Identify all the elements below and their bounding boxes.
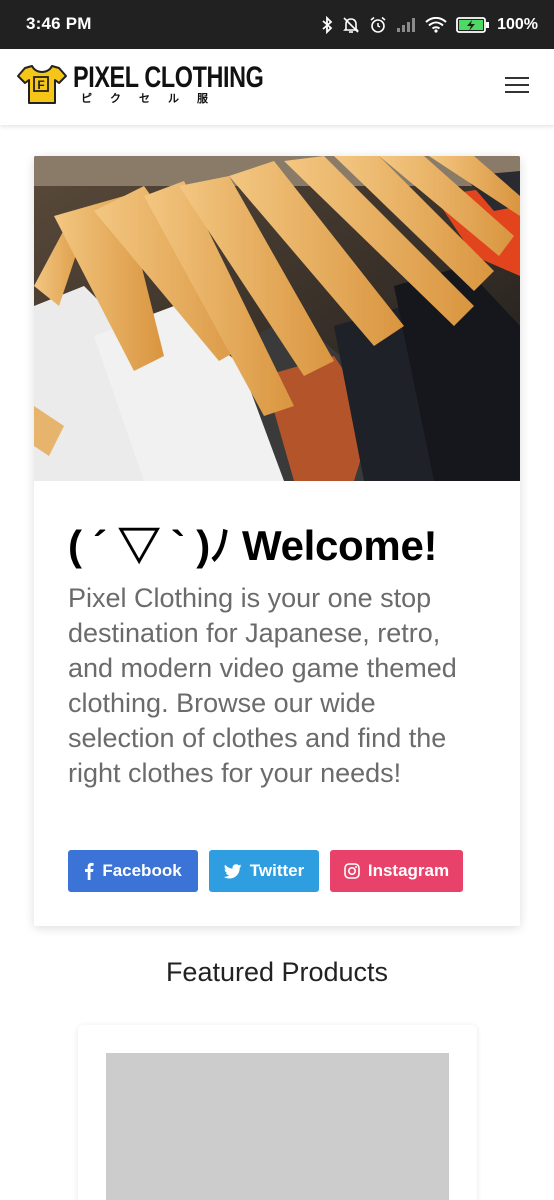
navbar: F PIXEL CLOTHING ピクセル服	[0, 49, 554, 125]
brand-logo[interactable]: F PIXEL CLOTHING ピクセル服	[16, 63, 317, 105]
facebook-button[interactable]: Facebook	[68, 850, 198, 892]
menu-line	[505, 84, 529, 86]
twitter-label: Twitter	[249, 861, 305, 880]
brand-text: PIXEL CLOTHING ピクセル服	[73, 61, 317, 106]
facebook-icon	[85, 862, 94, 880]
battery-charging-icon	[456, 17, 490, 33]
tshirt-logo-icon: F	[17, 65, 67, 104]
brand-name: PIXEL CLOTHING	[73, 61, 264, 94]
status-time: 3:46 PM	[26, 14, 92, 33]
twitter-button[interactable]: Twitter	[209, 850, 319, 892]
social-buttons: Facebook Twitter Instagram	[68, 850, 463, 892]
hero-image-clothing-rack	[34, 156, 520, 481]
alarm-icon	[370, 16, 386, 33]
welcome-card: ( ´ ▽ ` )ﾉ Welcome! Pixel Clothing is yo…	[34, 156, 520, 926]
welcome-title: ( ´ ▽ ` )ﾉ Welcome!	[68, 522, 438, 569]
battery-percent: 100%	[497, 16, 538, 33]
facebook-label: Facebook	[102, 861, 182, 880]
status-bar: 3:46 PM 100%	[0, 0, 554, 49]
brand-subtitle: ピクセル服	[81, 93, 226, 105]
logo-letter: F	[37, 78, 44, 92]
menu-line	[505, 77, 529, 79]
bluetooth-icon	[322, 16, 333, 34]
menu-line	[505, 91, 529, 93]
wifi-icon	[425, 17, 447, 33]
welcome-body: Pixel Clothing is your one stop destinat…	[68, 583, 457, 788]
notifications-off-icon	[343, 17, 360, 33]
instagram-icon	[344, 863, 360, 879]
hamburger-menu-icon[interactable]	[505, 76, 529, 94]
featured-products-heading: Featured Products	[165, 957, 389, 987]
product-card[interactable]	[78, 1025, 477, 1200]
signal-icon	[397, 18, 416, 32]
twitter-icon	[223, 863, 242, 878]
instagram-label: Instagram	[367, 861, 450, 880]
product-image-placeholder	[106, 1053, 449, 1200]
status-icons: 100%	[321, 12, 538, 38]
instagram-button[interactable]: Instagram	[330, 850, 463, 892]
